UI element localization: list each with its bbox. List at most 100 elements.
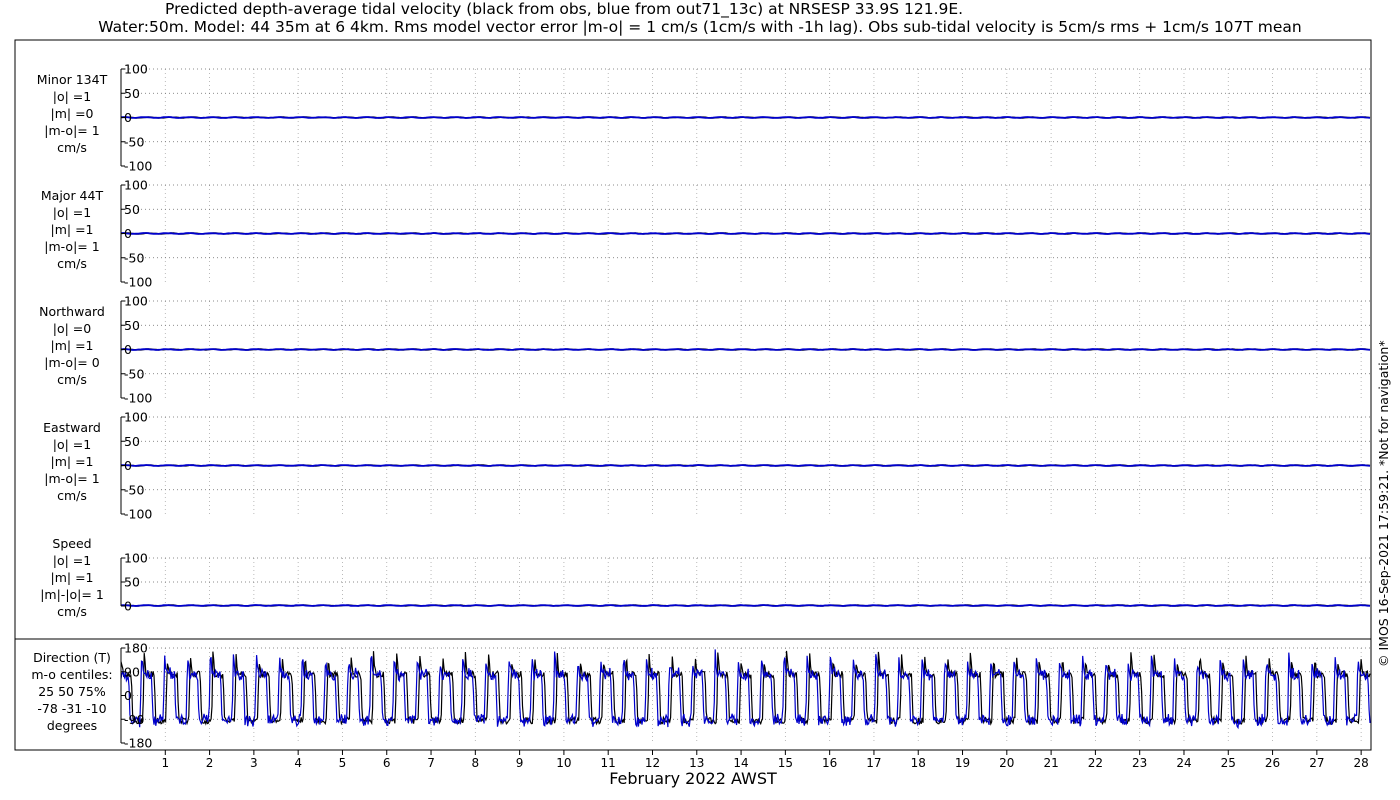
panel-label-northward: |o| =0 xyxy=(53,321,92,336)
panel-label-speed: |m| =1 xyxy=(51,570,94,585)
panel-label-speed: cm/s xyxy=(57,604,87,619)
y-tick-label: -100 xyxy=(124,159,152,174)
x-tick-label: 20 xyxy=(999,756,1014,770)
x-tick-label: 28 xyxy=(1354,756,1369,770)
copyright-notice: © IMOS 16-Sep-2021 17:59:21. *Not for na… xyxy=(1376,340,1391,667)
y-tick-label: 100 xyxy=(124,178,148,193)
panel-label-major: Major 44T xyxy=(41,188,104,203)
grid-lines xyxy=(121,68,1370,743)
series-model-direction xyxy=(120,649,1371,730)
series-model-northward xyxy=(120,348,1371,351)
x-tick-label: 13 xyxy=(689,756,704,770)
x-tick-label: 24 xyxy=(1176,756,1191,770)
x-tick-label: 9 xyxy=(516,756,524,770)
x-tick-label: 19 xyxy=(955,756,970,770)
y-tick-label: -100 xyxy=(124,507,152,522)
panel-label-direction: 25 50 75% xyxy=(38,684,106,699)
x-tick-label: 11 xyxy=(601,756,616,770)
y-tick-label: 100 xyxy=(124,62,148,77)
y-tick-label: 0 xyxy=(124,110,132,125)
y-tick-label: 0 xyxy=(124,688,132,703)
panel-label-major: |m-o|= 1 xyxy=(44,239,99,254)
panel-label-minor: cm/s xyxy=(57,140,87,155)
panel-label-speed: Speed xyxy=(52,536,91,551)
panel-label-northward: |m| =1 xyxy=(51,338,94,353)
series-model-eastward xyxy=(121,464,1371,467)
x-tick-label: 16 xyxy=(822,756,837,770)
x-tick-label: 4 xyxy=(294,756,302,770)
panel-label-eastward: |o| =1 xyxy=(53,437,91,452)
tidal-velocity-plot: 1 2 3 4 5 6 7 8 9 10 11 12 13 14 15 16 17 18 19 20 21 22 23 24 2… xyxy=(14,39,1372,788)
x-tick-label: 5 xyxy=(339,756,347,770)
y-tick-label: -90 xyxy=(124,712,144,727)
y-tick-label: 100 xyxy=(124,551,148,566)
x-tick-label: 25 xyxy=(1221,756,1236,770)
y-tick-label: 0 xyxy=(124,342,132,357)
y-tick-label: 0 xyxy=(124,458,132,473)
data-series xyxy=(120,116,1371,730)
panel-label-eastward: cm/s xyxy=(57,488,87,503)
panel-label-major: |o| =1 xyxy=(53,205,91,220)
panel-label-minor: Minor 134T xyxy=(37,72,108,87)
panel-label-eastward: |m| =1 xyxy=(51,454,94,469)
x-tick-label: 10 xyxy=(556,756,571,770)
x-tick-label: 2 xyxy=(206,756,214,770)
y-tick-label: 50 xyxy=(124,86,140,101)
direction-frame xyxy=(14,638,1372,751)
y-tick-label: 180 xyxy=(124,641,148,656)
panel-label-major: |m| =1 xyxy=(51,222,94,237)
panel-label-minor: |m-o|= 1 xyxy=(44,123,99,138)
y-tick-label: 50 xyxy=(124,434,140,449)
series-obs-direction xyxy=(120,650,1371,726)
y-tick-label: -50 xyxy=(124,250,144,265)
panel-label-northward: Northward xyxy=(39,304,105,319)
upper-frame xyxy=(14,39,1372,640)
y-tick-label: 50 xyxy=(124,575,140,590)
y-tick-label: -50 xyxy=(124,482,144,497)
y-tick-label: 100 xyxy=(124,294,148,309)
y-tick-label: 90 xyxy=(124,664,140,679)
x-tick-label: 15 xyxy=(778,756,793,770)
x-tick-label: 6 xyxy=(383,756,391,770)
y-tick-label: 0 xyxy=(124,599,132,614)
panel-label-speed: |o| =1 xyxy=(53,553,91,568)
panel-label-eastward: |m-o|= 1 xyxy=(44,471,99,486)
y-tick-label: 0 xyxy=(124,226,132,241)
panel-label-northward: |m-o|= 0 xyxy=(44,355,99,370)
x-tick-label: 23 xyxy=(1132,756,1147,770)
x-tick-label: 1 xyxy=(161,756,169,770)
x-tick-label: 8 xyxy=(472,756,480,770)
x-tick-label: 12 xyxy=(645,756,660,770)
y-tick-label: 100 xyxy=(124,410,148,425)
y-tick-label: -180 xyxy=(124,736,152,751)
y-tick-label: -100 xyxy=(124,275,152,290)
panel-label-direction: -78 -31 -10 xyxy=(37,701,106,716)
x-tick-label: 18 xyxy=(911,756,926,770)
x-tick-label: 26 xyxy=(1265,756,1280,770)
x-axis-label: February 2022 AWST xyxy=(609,769,777,788)
y-tick-label: 50 xyxy=(124,318,140,333)
series-model-speed xyxy=(120,604,1371,607)
panel-label-eastward: Eastward xyxy=(43,420,101,435)
panel-label-minor: |m| =0 xyxy=(51,106,94,121)
x-tick-label: 22 xyxy=(1088,756,1103,770)
panel-label-direction: degrees xyxy=(47,718,97,733)
y-tick-label: -100 xyxy=(124,391,152,406)
x-tick-label: 14 xyxy=(733,756,748,770)
panel-label-direction: m-o centiles: xyxy=(31,667,112,682)
y-tick-label: -50 xyxy=(124,366,144,381)
panel-label-major: cm/s xyxy=(57,256,87,271)
panel-label-speed: |m|-|o|= 1 xyxy=(40,587,104,602)
x-tick-label: 27 xyxy=(1309,756,1324,770)
x-tick-label: 3 xyxy=(250,756,258,770)
series-model-major xyxy=(120,232,1371,235)
series-model-minor xyxy=(121,116,1371,119)
y-tick-label: -50 xyxy=(124,134,144,149)
panel-label-northward: cm/s xyxy=(57,372,87,387)
y-tick-label: 50 xyxy=(124,202,140,217)
axis-labels: 1 2 3 4 5 6 7 8 9 10 11 12 13 14 15 16 17 18 19 20 21 22 23 24 2… xyxy=(31,62,1368,771)
x-tick-label: 17 xyxy=(866,756,881,770)
x-tick-label: 21 xyxy=(1043,756,1058,770)
plot-frames xyxy=(14,39,1372,751)
panel-label-minor: |o| =1 xyxy=(53,89,91,104)
